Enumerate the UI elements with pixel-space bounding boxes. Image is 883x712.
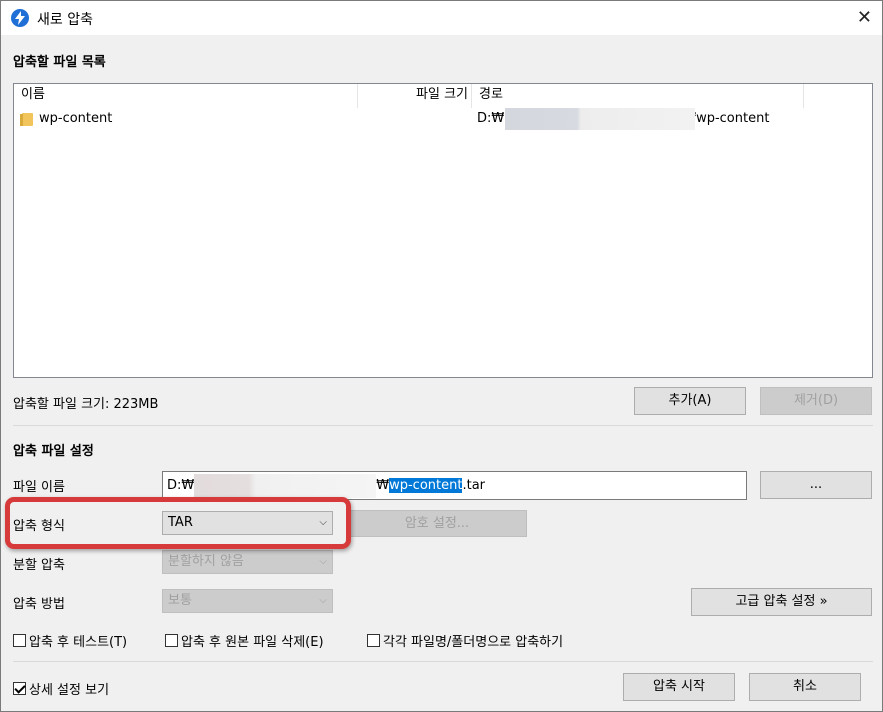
column-divider[interactable] xyxy=(803,84,804,108)
column-header-path[interactable]: 경로 xyxy=(472,84,804,108)
redacted-path xyxy=(505,108,695,130)
advanced-settings-button[interactable]: 고급 압축 설정 » xyxy=(691,588,872,616)
filename-label: 파일 이름 xyxy=(13,480,65,495)
filename-ext: .tar xyxy=(462,478,486,493)
close-icon[interactable]: ✕ xyxy=(857,7,872,28)
divider xyxy=(13,661,873,662)
remove-button[interactable]: 제거(D) xyxy=(760,387,872,415)
details-label: 상세 설정 보기 xyxy=(29,683,110,698)
split-label: 분할 압축 xyxy=(13,558,65,573)
method-label: 압축 방법 xyxy=(13,597,65,612)
checkbox-box[interactable] xyxy=(165,634,178,647)
delete-after-checkbox[interactable]: 압축 후 원본 파일 삭제(E) xyxy=(165,631,324,650)
window-title: 새로 압축 xyxy=(37,12,93,28)
redacted-filename-path xyxy=(194,473,377,498)
column-header-name[interactable]: 이름 xyxy=(14,84,358,108)
file-row[interactable]: wp-content D:₩ !₩wp-content xyxy=(14,108,872,130)
checkbox-box[interactable] xyxy=(13,682,26,695)
file-name: wp-content xyxy=(39,111,113,126)
file-path-start: D:₩ xyxy=(477,111,505,126)
checkbox-box[interactable] xyxy=(367,634,380,647)
delete-after-label: 압축 후 원본 파일 삭제(E) xyxy=(181,635,324,650)
each-file-checkbox[interactable]: 각각 파일명/폴더명으로 압축하기 xyxy=(367,631,563,650)
column-header-size[interactable]: 파일 크기 xyxy=(358,84,472,108)
test-after-checkbox[interactable]: 압축 후 테스트(T) xyxy=(13,631,127,650)
folder-icon xyxy=(20,113,33,126)
method-value: 보통 xyxy=(168,593,192,608)
checkbox-box[interactable] xyxy=(13,634,26,647)
filename-prefix: D:₩ xyxy=(167,478,195,493)
filename-input[interactable]: D:₩ ₩wp-content.tar xyxy=(162,471,747,500)
filename-selected: wp-content xyxy=(389,478,463,493)
annotation-highlight xyxy=(5,497,351,549)
split-select[interactable]: 분할하지 않음 ⌵ xyxy=(162,550,333,574)
files-section-title: 압축할 파일 목록 xyxy=(13,55,106,70)
browse-button[interactable]: ... xyxy=(760,471,872,499)
file-list[interactable]: 이름 파일 크기 경로 wp-content D:₩ !₩wp-content xyxy=(13,83,873,378)
split-value: 분할하지 않음 xyxy=(168,554,244,569)
title-bar: 새로 압축 ✕ xyxy=(1,1,882,35)
divider xyxy=(13,425,873,426)
details-checkbox[interactable]: 상세 설정 보기 xyxy=(13,679,109,698)
app-bandizip-icon xyxy=(11,9,29,27)
test-after-label: 압축 후 테스트(T) xyxy=(29,635,128,650)
compress-dialog: 새로 압축 ✕ 압축할 파일 목록 이름 파일 크기 경로 wp-content… xyxy=(0,0,883,712)
chevron-down-icon: ⌵ xyxy=(319,595,327,606)
start-compress-button[interactable]: 압축 시작 xyxy=(623,673,735,701)
password-button[interactable]: 암호 설정... xyxy=(347,510,527,537)
filename-sep: ₩ xyxy=(376,478,390,493)
add-button[interactable]: 추가(A) xyxy=(634,387,746,415)
settings-section-title: 압축 파일 설정 xyxy=(13,444,94,459)
total-size-label: 압축할 파일 크기: 223MB xyxy=(13,397,159,412)
chevron-down-icon: ⌵ xyxy=(319,556,327,567)
each-file-label: 각각 파일명/폴더명으로 압축하기 xyxy=(383,635,564,650)
cancel-button[interactable]: 취소 xyxy=(749,673,861,701)
method-select[interactable]: 보통 ⌵ xyxy=(162,589,333,613)
